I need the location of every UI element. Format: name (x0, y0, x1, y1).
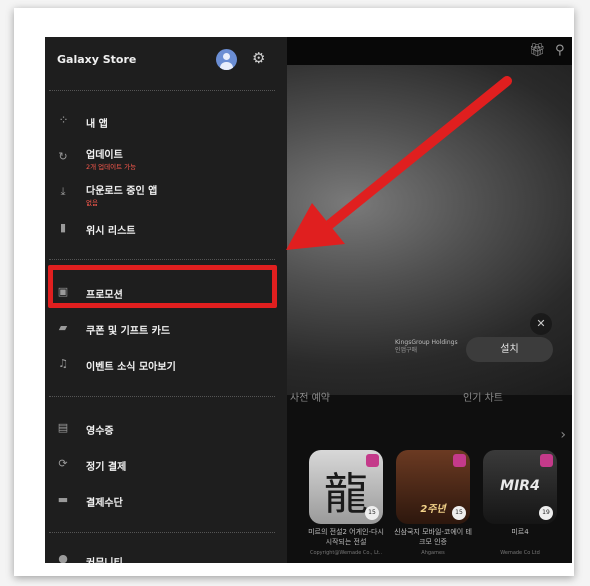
app-screen: 🎁︎ ⚲ ✕ KingsGroup Holdings 인앱구매 설치 사전 예약… (45, 37, 572, 563)
screenshot-frame: 🎁︎ ⚲ ✕ KingsGroup Holdings 인앱구매 설치 사전 예약… (14, 8, 574, 576)
red-arrow-annotation (286, 76, 512, 250)
